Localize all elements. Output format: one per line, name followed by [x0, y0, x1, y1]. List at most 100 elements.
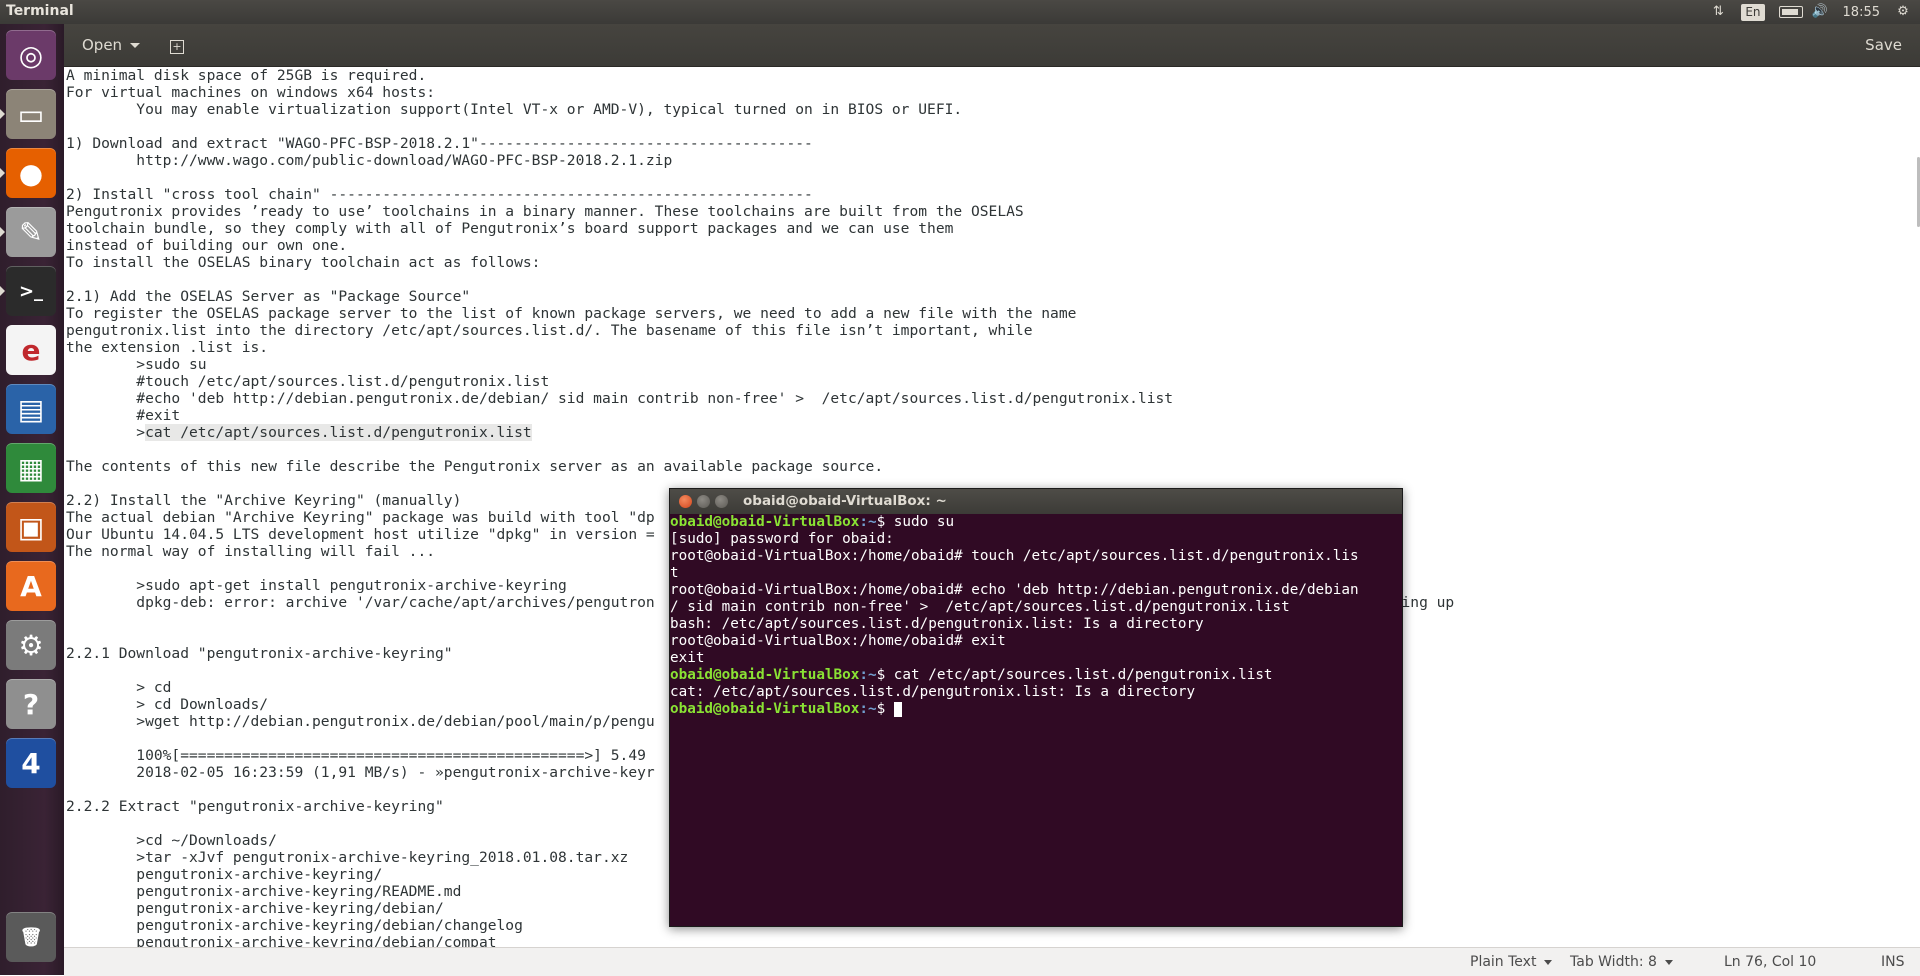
help-icon: ?	[22, 687, 40, 721]
running-indicator-icon	[0, 227, 5, 237]
save-button[interactable]: Save	[1865, 33, 1902, 57]
launcher-document-viewer[interactable]: e	[6, 325, 56, 375]
libreoffice-impress-icon: ▣	[17, 510, 45, 544]
terminal-line: obaid@obaid-VirtualBox:~$ cat /etc/apt/s…	[670, 667, 1402, 684]
terminal-output[interactable]: obaid@obaid-VirtualBox:~$ sudo su [sudo] …	[670, 514, 1402, 926]
editor-line: To register the OSELAS package server to…	[66, 305, 1077, 322]
terminal-text: cat: /etc/apt/sources.list.d/pengutronix…	[670, 684, 1196, 700]
editor-line: To install the OSELAS binary toolchain a…	[66, 254, 541, 271]
editor-line: You may enable virtualization support(In…	[66, 101, 963, 118]
launcher-firefox[interactable]: ●	[6, 148, 56, 198]
maximize-icon[interactable]	[715, 495, 728, 508]
terminal-text: root@obaid-VirtualBox:/home/obaid# echo …	[670, 582, 1359, 598]
software-center-icon: A	[20, 569, 42, 603]
clock[interactable]: 18:55	[1843, 5, 1880, 20]
system-tray: ⇅ En 🔊 18:55 ⚙	[1709, 0, 1912, 24]
app-4-icon: 4	[21, 746, 41, 780]
terminal-line: root@obaid-VirtualBox:/home/obaid# echo …	[670, 582, 1402, 599]
terminal-line: cat: /etc/apt/sources.list.d/pengutronix…	[670, 684, 1402, 701]
new-document-icon: +	[170, 40, 184, 54]
launcher-terminal[interactable]: >_	[6, 266, 56, 316]
editor-line: The contents of this new file describe t…	[66, 458, 884, 475]
chevron-down-icon	[1664, 959, 1673, 965]
terminal-icon: >_	[18, 280, 44, 302]
new-tab-button[interactable]: +	[164, 33, 190, 57]
terminal-line: obaid@obaid-VirtualBox:~$ sudo su	[670, 514, 1402, 531]
running-indicator-icon	[0, 168, 5, 178]
editor-line: 2) Install "cross tool chain" ----------…	[66, 186, 813, 203]
minimize-icon[interactable]	[697, 495, 710, 508]
tab-width-selector[interactable]: Tab Width: 8	[1570, 954, 1673, 970]
editor-line: A minimal disk space of 25GB is required…	[66, 67, 427, 84]
battery-icon[interactable]	[1778, 4, 1803, 20]
launcher-libreoffice-impress[interactable]: ▣	[6, 502, 56, 552]
launcher-text-editor[interactable]: ✎	[6, 207, 56, 257]
syntax-selector[interactable]: Plain Text	[1470, 954, 1553, 970]
terminal-cursor	[893, 701, 902, 717]
terminal-line: t	[670, 565, 1402, 582]
gear-icon[interactable]: ⚙	[1894, 4, 1912, 20]
prompt-path: :~	[859, 514, 877, 530]
insert-mode[interactable]: INS	[1881, 954, 1905, 970]
terminal-line: obaid@obaid-VirtualBox:~$	[670, 701, 1402, 718]
launcher-trash[interactable]: 🗑	[6, 912, 56, 962]
terminal-text: / sid main contrib non-free' > /etc/apt/…	[670, 599, 1290, 615]
prompt-user: obaid@obaid-VirtualBox	[670, 514, 860, 530]
terminal-line: / sid main contrib non-free' > /etc/apt/…	[670, 599, 1402, 616]
editor-line: Pengutronix provides ’ready to use’ tool…	[66, 203, 1024, 220]
network-icon[interactable]: ⇅	[1709, 4, 1727, 20]
libreoffice-writer-icon: ▤	[17, 392, 45, 426]
launcher-software-center[interactable]: A	[6, 561, 56, 611]
gedit-headerbar: Open + Save	[64, 24, 1920, 67]
prompt-user: obaid@obaid-VirtualBox	[670, 701, 860, 717]
document-viewer-icon: e	[21, 333, 41, 367]
terminal-text: root@obaid-VirtualBox:/home/obaid# exit	[670, 633, 1006, 649]
text-editor-icon: ✎	[19, 215, 43, 249]
firefox-icon: ●	[18, 156, 44, 190]
volume-icon[interactable]: 🔊	[1811, 4, 1829, 20]
prompt-path: :~	[859, 667, 877, 683]
terminal-text: bash: /etc/apt/sources.list.d/pengutroni…	[670, 616, 1204, 632]
launcher-ubuntu-dash[interactable]: ◎	[6, 30, 56, 80]
editor-line: For virtual machines on windows x64 host…	[66, 84, 436, 101]
terminal-line: bash: /etc/apt/sources.list.d/pengutroni…	[670, 616, 1402, 633]
editor-line: pengutronix-archive-keyring/debian/compa…	[66, 934, 497, 947]
running-indicator-icon	[0, 286, 5, 296]
editor-line: the extension .list is.	[66, 339, 269, 356]
statusbar: Plain Text Tab Width: 8 Ln 76, Col 10 IN…	[64, 947, 1920, 976]
close-icon[interactable]	[679, 495, 692, 508]
cursor-position[interactable]: Ln 76, Col 10	[1724, 954, 1816, 970]
launcher-libreoffice-writer[interactable]: ▤	[6, 384, 56, 434]
editor-line: toolchain bundle, so they comply with al…	[66, 220, 954, 237]
editor-line: pengutronix.list into the directory /etc…	[66, 322, 1033, 339]
editor-line: #echo 'deb http://debian.pengutronix.de/…	[66, 390, 1174, 407]
terminal-line: root@obaid-VirtualBox:/home/obaid# touch…	[670, 548, 1402, 565]
ubuntu-dash-icon: ◎	[18, 38, 44, 72]
editor-line: instead of building our own one.	[66, 237, 348, 254]
terminal-text: $	[876, 701, 894, 717]
launcher-app-4[interactable]: 4	[6, 738, 56, 788]
editor-line: >cat /etc/apt/sources.list.d/pengutronix…	[64, 424, 1920, 441]
trash-icon: 🗑	[19, 926, 43, 948]
launcher-libreoffice-calc[interactable]: ▦	[6, 443, 56, 493]
open-button[interactable]: Open	[74, 33, 146, 57]
chevron-down-icon	[130, 43, 141, 48]
running-indicator-icon	[0, 109, 5, 119]
system-settings-icon: ⚙	[18, 628, 44, 662]
prompt-path: :~	[859, 701, 877, 717]
terminal-text: [sudo] password for obaid:	[670, 531, 894, 547]
terminal-line: root@obaid-VirtualBox:/home/obaid# exit	[670, 633, 1402, 650]
line-prefix: >	[66, 424, 146, 441]
terminal-text: exit	[670, 650, 705, 666]
terminal-title: obaid@obaid-VirtualBox: ~	[743, 493, 947, 509]
launcher-system-settings[interactable]: ⚙	[6, 620, 56, 670]
launcher-files[interactable]: ▭	[6, 89, 56, 139]
launcher-help[interactable]: ?	[6, 679, 56, 729]
terminal-line: exit	[670, 650, 1402, 667]
keyboard-layout-indicator[interactable]: En	[1741, 3, 1765, 21]
terminal-titlebar[interactable]: obaid@obaid-VirtualBox: ~	[670, 489, 1402, 514]
editor-line: 1) Download and extract "WAGO-PFC-BSP-20…	[66, 135, 813, 152]
